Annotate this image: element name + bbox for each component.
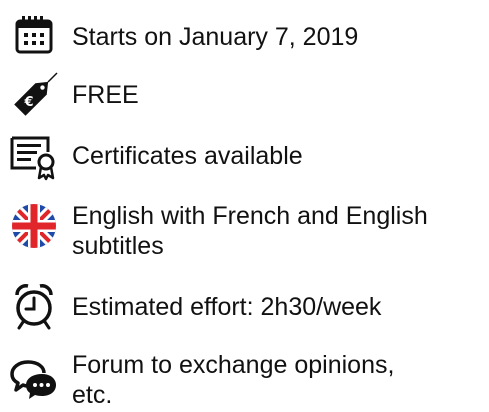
certificate-icon: [8, 130, 60, 182]
course-info-list: Starts on January 7, 2019 € FREE Certifi…: [0, 0, 489, 412]
effort-text: Estimated effort: 2h30/week: [72, 293, 382, 321]
calendar-icon: [8, 10, 60, 62]
language-text-line2: subtitles: [72, 232, 164, 260]
forum-chat-icon: [8, 352, 60, 404]
start-date-text: Starts on January 7, 2019: [72, 23, 359, 51]
forum-text-line1: Forum to exchange opinions,: [72, 351, 395, 379]
uk-flag-icon: [8, 200, 60, 252]
forum-text: Forum to exchange opinions, etc.: [72, 350, 487, 410]
price-tag-euro-icon: €: [8, 70, 60, 122]
price-text: FREE: [72, 81, 139, 109]
certificates-text: Certificates available: [72, 142, 303, 170]
svg-text:€: €: [24, 95, 34, 110]
alarm-clock-icon: [8, 280, 60, 332]
language-text: English with French and English subtitle…: [72, 201, 487, 261]
forum-text-line2: etc.: [72, 381, 113, 409]
language-text-line1: English with French and English: [72, 202, 428, 230]
